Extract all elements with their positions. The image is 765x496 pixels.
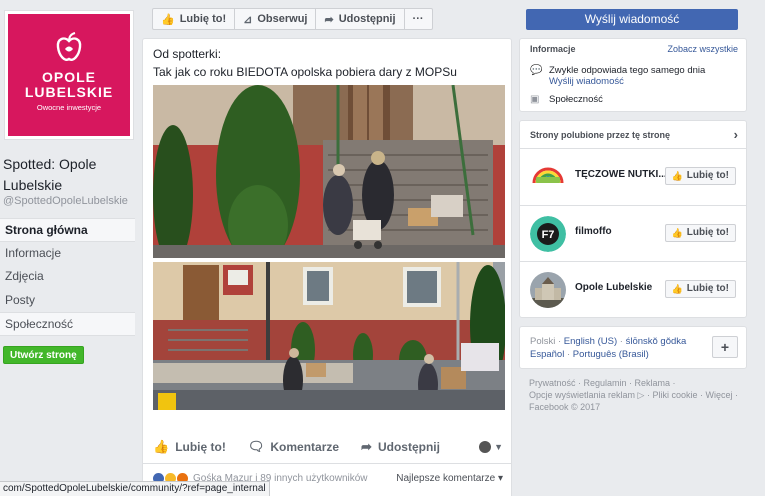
- nav-item-posts[interactable]: Posty: [0, 289, 135, 313]
- like-page-button[interactable]: 👍 Lubię to!: [664, 280, 736, 298]
- share-page-button[interactable]: ➦ Udostępnij: [315, 8, 405, 30]
- status-bar-url: com/SpottedOpoleLubelskie/community/?ref…: [0, 481, 270, 496]
- page-handle[interactable]: @SpottedOpoleLubelskie: [3, 195, 128, 207]
- send-message-button[interactable]: Wyślij wiadomość: [526, 9, 738, 30]
- language-line-2: Español · Português (Brasil): [530, 349, 649, 360]
- speech-bubble-icon: 🗨: [247, 439, 265, 454]
- rss-icon: ⊿: [243, 13, 253, 26]
- chat-icon: 💬: [530, 65, 543, 76]
- page-title[interactable]: Spotted: Opole Lubelskie: [3, 154, 138, 196]
- info-card: Informacje Zobacz wszystkie 💬 Zwykle odp…: [519, 38, 747, 112]
- rainbow-logo-icon[interactable]: [530, 159, 566, 195]
- create-page-button[interactable]: Utwórz stronę: [3, 346, 84, 364]
- follow-button[interactable]: ⊿ Obserwuj: [234, 8, 317, 30]
- language-link-silesian[interactable]: ślōnskŏ gŏdka: [626, 336, 687, 347]
- footer-links: Prywatność · Regulamin · Reklama · Opcje…: [529, 377, 744, 413]
- liked-page-name[interactable]: Opole Lubelskie: [575, 282, 670, 293]
- language-link-portuguese[interactable]: Português (Brasil): [573, 349, 649, 360]
- logo-text-line1: OPOLE: [41, 69, 96, 85]
- share-page-label: Udostępnij: [338, 13, 396, 25]
- language-link-spanish[interactable]: Español: [530, 349, 564, 360]
- post-text-line1: Od spotterki:: [153, 47, 222, 61]
- like-page-label: Lubię to!: [179, 13, 227, 25]
- liked-pages-header[interactable]: Strony polubione przez tę stronę ›: [520, 121, 746, 149]
- filmoffo-logo-icon[interactable]: F7: [530, 215, 566, 252]
- language-card: Polski · English (US) · ślōnskŏ gŏdka Es…: [519, 326, 747, 369]
- info-title: Informacje: [530, 44, 576, 54]
- post-text-line2: Tak jak co roku BIEDOTA opolska pobiera …: [153, 65, 457, 79]
- like-page-button[interactable]: 👍 Lubię to!: [152, 8, 236, 30]
- language-line-1: Polski · English (US) · ślōnskŏ gŏdka: [530, 336, 687, 347]
- footer-line-2[interactable]: Opcje wyświetlania reklam ▷ · Pliki cook…: [529, 389, 744, 401]
- post-card: Od spotterki: Tak jak co roku BIEDOTA op…: [142, 38, 512, 496]
- more-options-button[interactable]: ···: [403, 8, 433, 30]
- like-button-label: Lubię to!: [686, 170, 729, 181]
- like-page-button[interactable]: 👍 Lubię to!: [664, 223, 736, 242]
- thumbs-up-icon: 👍: [671, 227, 683, 238]
- post-like-label: Lubię to!: [175, 440, 226, 454]
- thumbs-up-icon: 👍: [153, 439, 170, 454]
- response-time-text: Zwykle odpowiada tego samego dnia: [549, 65, 706, 76]
- post-as-selector[interactable]: ▼: [479, 441, 503, 453]
- apple-logo-icon: [56, 32, 82, 61]
- liked-page-name[interactable]: filmoffo: [575, 226, 670, 237]
- logo: OPOLE LUBELSKIE Owocne inwestycje: [8, 14, 130, 136]
- liked-page-item: F7 filmoffo 👍 Lubię to!: [520, 206, 746, 262]
- community-row[interactable]: ▣ Społeczność: [530, 94, 603, 105]
- post-share-button[interactable]: ➦ Udostępnij: [361, 439, 440, 455]
- footer-copyright: Facebook © 2017: [529, 402, 601, 412]
- thumbs-up-icon: 👍: [161, 13, 175, 26]
- community-icon: ▣: [530, 94, 540, 105]
- post-text: Od spotterki: Tak jak co roku BIEDOTA op…: [153, 45, 457, 81]
- like-button-label: Lubię to!: [686, 226, 729, 238]
- thumbs-up-icon: 👍: [671, 171, 683, 181]
- nav-item-home[interactable]: Strona główna: [0, 218, 135, 242]
- liked-page-name[interactable]: TĘCZOWE NUTKI...: [575, 169, 670, 180]
- avatar: [479, 441, 492, 453]
- chevron-down-icon: ▼: [494, 442, 503, 452]
- logo-text-line2: LUBELSKIE: [24, 84, 114, 100]
- send-message-link[interactable]: Wyślij wiadomość: [549, 76, 705, 87]
- current-language: Polski: [530, 336, 556, 347]
- thumbs-up-icon: 👍: [671, 284, 683, 294]
- left-column: OPOLE LUBELSKIE Owocne inwestycje Spotte…: [0, 0, 140, 496]
- share-arrow-icon: ➦: [324, 13, 334, 26]
- post-comment-label: Komentarze: [270, 440, 340, 454]
- nav-item-community[interactable]: Społeczność: [0, 312, 135, 336]
- follow-label: Obserwuj: [257, 13, 308, 25]
- see-all-link[interactable]: Zobacz wszystkie: [667, 44, 738, 54]
- footer-line-1[interactable]: Prywatność · Regulamin · Reklama ·: [529, 377, 744, 389]
- share-arrow-icon: ➦: [361, 439, 372, 454]
- response-time-row: 💬 Zwykle odpowiada tego samego dnia Wyśl…: [530, 65, 705, 87]
- more-languages-button[interactable]: +: [712, 336, 738, 358]
- comment-sort-dropdown[interactable]: Najlepsze komentarze ▾: [396, 473, 503, 484]
- chevron-right-icon: ›: [733, 127, 738, 142]
- liked-page-item: TĘCZOWE NUTKI... 👍 Lubię to!: [520, 149, 746, 206]
- page-profile-picture[interactable]: OPOLE LUBELSKIE Owocne inwestycje: [4, 10, 134, 140]
- post-photo[interactable]: [153, 85, 505, 410]
- community-label: Społeczność: [549, 94, 603, 105]
- page-nav: Strona główna Informacje Zdjęcia Posty S…: [0, 218, 135, 336]
- liked-pages-title: Strony polubione przez tę stronę: [530, 130, 671, 140]
- liked-page-item: Opole Lubelskie 👍 Lubię to!: [520, 262, 746, 319]
- post-like-button[interactable]: 👍 Lubię to!: [153, 439, 226, 455]
- logo-tagline: Owocne inwestycje: [36, 103, 102, 112]
- svg-text:F7: F7: [542, 229, 555, 241]
- liked-pages-card: Strony polubione przez tę stronę › TĘCZO…: [519, 120, 747, 318]
- like-page-button[interactable]: 👍 Lubię to!: [664, 167, 736, 185]
- like-button-label: Lubię to!: [686, 283, 729, 294]
- language-link-english[interactable]: English (US): [564, 336, 617, 347]
- post-comment-button[interactable]: 🗨 Komentarze: [248, 439, 339, 455]
- nav-item-photos[interactable]: Zdjęcia: [0, 265, 135, 289]
- post-share-label: Udostępnij: [377, 440, 440, 454]
- church-photo-icon[interactable]: [530, 272, 566, 308]
- nav-item-about[interactable]: Informacje: [0, 242, 135, 266]
- page-action-bar: 👍 Lubię to! ⊿ Obserwuj ➦ Udostępnij ···: [152, 8, 433, 30]
- divider: [143, 463, 511, 464]
- post-action-row: 👍 Lubię to! 🗨 Komentarze ➦ Udostępnij ▼: [153, 439, 503, 455]
